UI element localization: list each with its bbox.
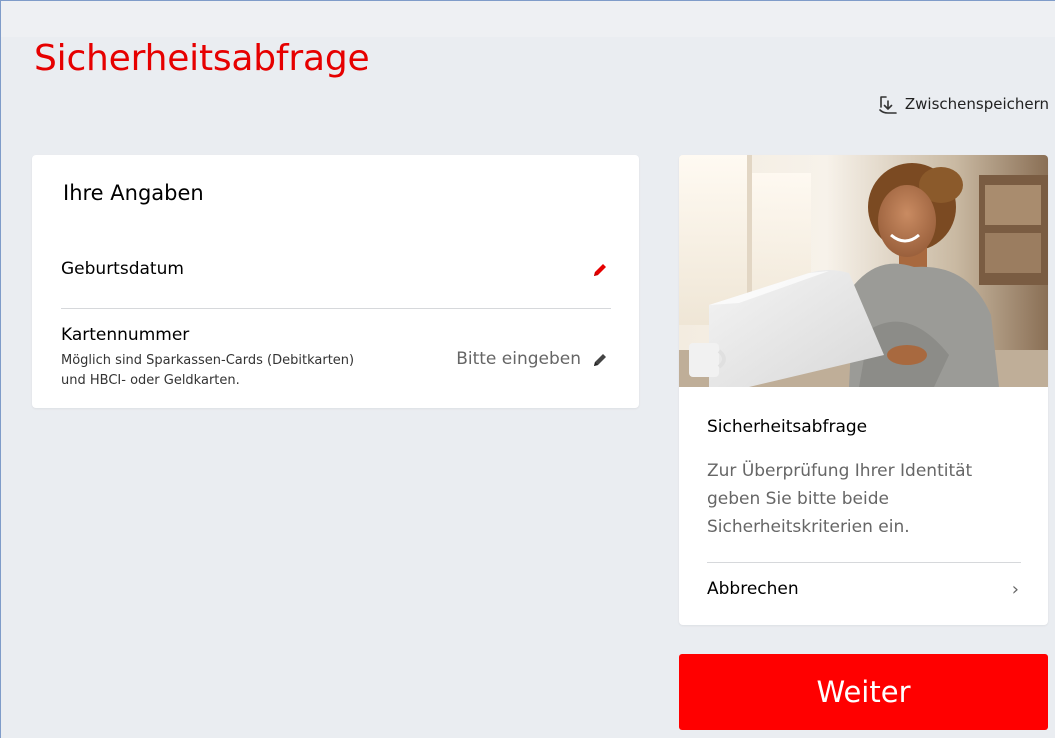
- card-number-hint: Möglich sind Sparkassen-Cards (Debitkart…: [61, 351, 421, 391]
- info-card: Sicherheitsabfrage Zur Überprüfung Ihrer…: [679, 155, 1048, 625]
- woman-at-laptop-photo: [679, 155, 1048, 387]
- save-draft-label: Zwischenspeichern: [904, 95, 1049, 113]
- birthdate-row[interactable]: Geburtsdatum: [61, 255, 611, 309]
- cancel-link[interactable]: Abbrechen ›: [707, 575, 1021, 605]
- pencil-icon[interactable]: [591, 351, 609, 369]
- pencil-icon[interactable]: [591, 261, 609, 279]
- info-title: Sicherheitsabfrage: [707, 417, 868, 437]
- card-number-hint-line-1: Möglich sind Sparkassen-Cards (Debitkart…: [61, 353, 355, 368]
- continue-button[interactable]: Weiter: [679, 654, 1048, 730]
- cancel-label: Abbrechen: [707, 579, 799, 599]
- info-divider: [707, 562, 1021, 563]
- card-number-value[interactable]: Bitte eingeben: [456, 349, 581, 369]
- birthdate-label: Geburtsdatum: [61, 259, 184, 279]
- details-title: Ihre Angaben: [63, 181, 204, 205]
- chevron-right-icon: ›: [1011, 579, 1019, 600]
- top-strip: [1, 1, 1055, 37]
- info-text: Zur Überprüfung Ihrer Identität geben Si…: [707, 461, 973, 537]
- card-number-label: Kartennummer: [61, 325, 190, 345]
- save-draft-link[interactable]: Zwischenspeichern: [877, 93, 1049, 115]
- page-title: Sicherheitsabfrage: [34, 38, 370, 79]
- page-frame: Sicherheitsabfrage Zwischenspeichern Ihr…: [0, 0, 1055, 738]
- card-number-hint-line-2: und HBCI- oder Geldkarten.: [61, 373, 240, 388]
- card-number-row[interactable]: Kartennummer Möglich sind Sparkassen-Car…: [61, 323, 611, 403]
- download-arrow-icon: [877, 93, 899, 115]
